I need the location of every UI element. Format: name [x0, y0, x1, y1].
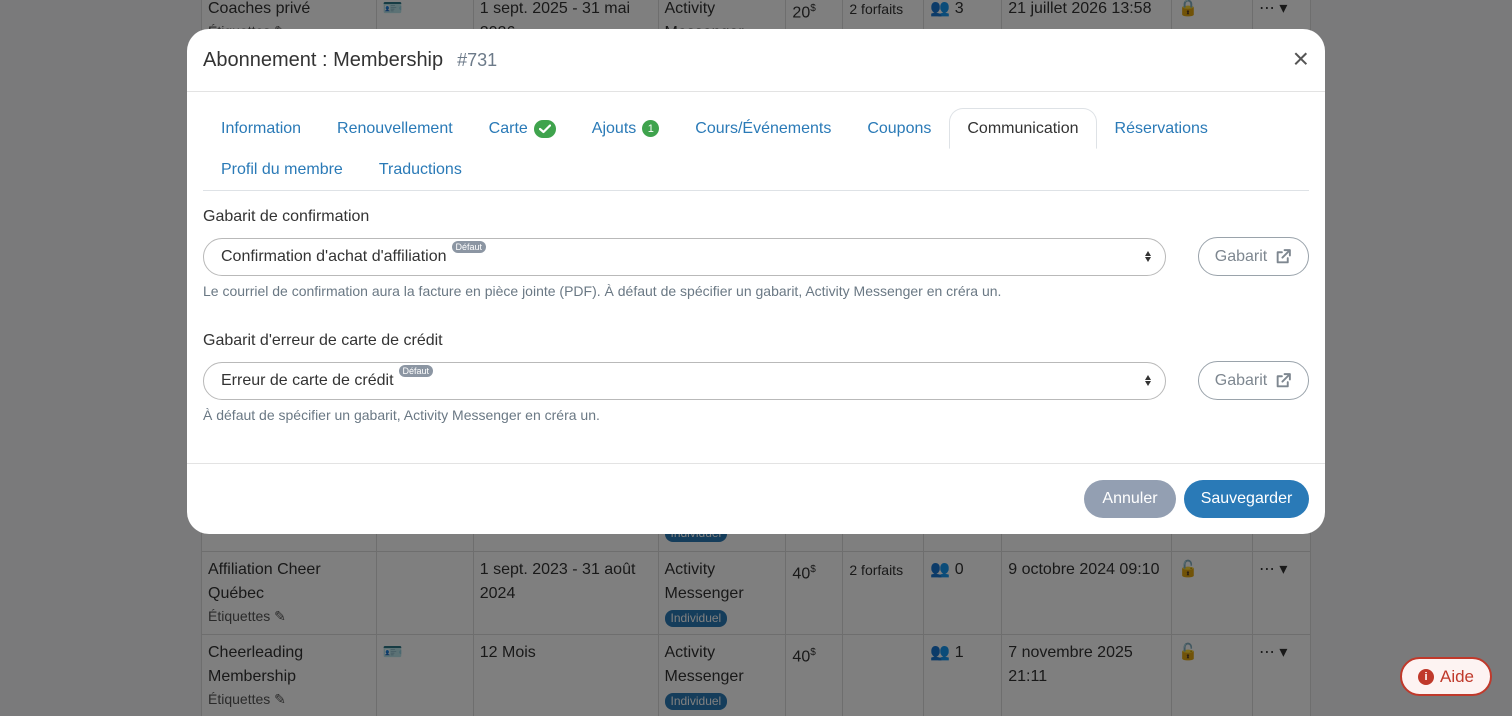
modal-id: #731	[457, 49, 498, 70]
check-icon	[533, 119, 556, 138]
card-error-template-group: Gabarit d'erreur de carte de crédit Erre…	[203, 332, 1309, 423]
tab-addons[interactable]: Ajouts 1	[574, 108, 677, 149]
modal-header: Abonnement : Membership #731 ×	[187, 29, 1325, 92]
info-icon: i	[1417, 668, 1434, 685]
confirmation-template-group: Gabarit de confirmation Confirmation d'a…	[203, 208, 1309, 299]
tab-information[interactable]: Information	[203, 108, 319, 149]
select-arrows-icon	[1145, 374, 1151, 386]
confirmation-template-select[interactable]: Confirmation d'achat d'affiliation Défau…	[203, 237, 1166, 276]
tab-member-profile[interactable]: Profil du membre	[203, 149, 361, 190]
modal-body: Information Renouvellement Carte Ajouts 1…	[187, 92, 1325, 423]
subscription-modal: Abonnement : Membership #731 × Informati…	[187, 29, 1325, 534]
addons-count-badge: 1	[642, 120, 660, 137]
external-link-icon	[1276, 249, 1292, 264]
tab-reservations[interactable]: Réservations	[1097, 108, 1226, 149]
close-icon[interactable]: ×	[1293, 45, 1309, 73]
tab-translations[interactable]: Traductions	[361, 149, 480, 190]
select-arrows-icon	[1145, 250, 1151, 262]
card-error-template-help: À défaut de spécifier un gabarit, Activi…	[203, 407, 600, 423]
tab-coupons[interactable]: Coupons	[849, 108, 949, 149]
tab-renewal[interactable]: Renouvellement	[319, 108, 471, 149]
card-error-template-value: Erreur de carte de crédit	[221, 371, 394, 389]
save-button[interactable]: Sauvegarder	[1184, 480, 1309, 518]
tab-bar: Information Renouvellement Carte Ajouts 1…	[203, 108, 1309, 191]
tab-communication[interactable]: Communication	[949, 108, 1097, 149]
external-link-icon	[1276, 373, 1292, 388]
confirmation-template-help: Le courriel de confirmation aura la fact…	[203, 283, 1002, 299]
card-error-template-label: Gabarit d'erreur de carte de crédit	[203, 332, 443, 349]
confirmation-template-label: Gabarit de confirmation	[203, 208, 370, 225]
default-badge: Défaut	[398, 364, 434, 377]
cancel-button[interactable]: Annuler	[1084, 480, 1176, 518]
help-label: Aide	[1439, 666, 1475, 686]
open-card-error-template-button[interactable]: Gabarit	[1198, 361, 1309, 400]
card-error-template-select[interactable]: Erreur de carte de crédit Défaut	[203, 361, 1166, 400]
open-confirmation-template-button[interactable]: Gabarit	[1198, 237, 1309, 276]
default-badge: Défaut	[451, 240, 487, 253]
tab-card[interactable]: Carte	[471, 108, 574, 149]
confirmation-template-value: Confirmation d'achat d'affiliation	[221, 247, 447, 265]
tab-courses-events[interactable]: Cours/Événements	[677, 108, 849, 149]
help-button[interactable]: i Aide	[1400, 657, 1492, 696]
modal-title: Abonnement : Membership	[203, 48, 444, 71]
modal-footer: Annuler Sauvegarder	[187, 463, 1325, 534]
